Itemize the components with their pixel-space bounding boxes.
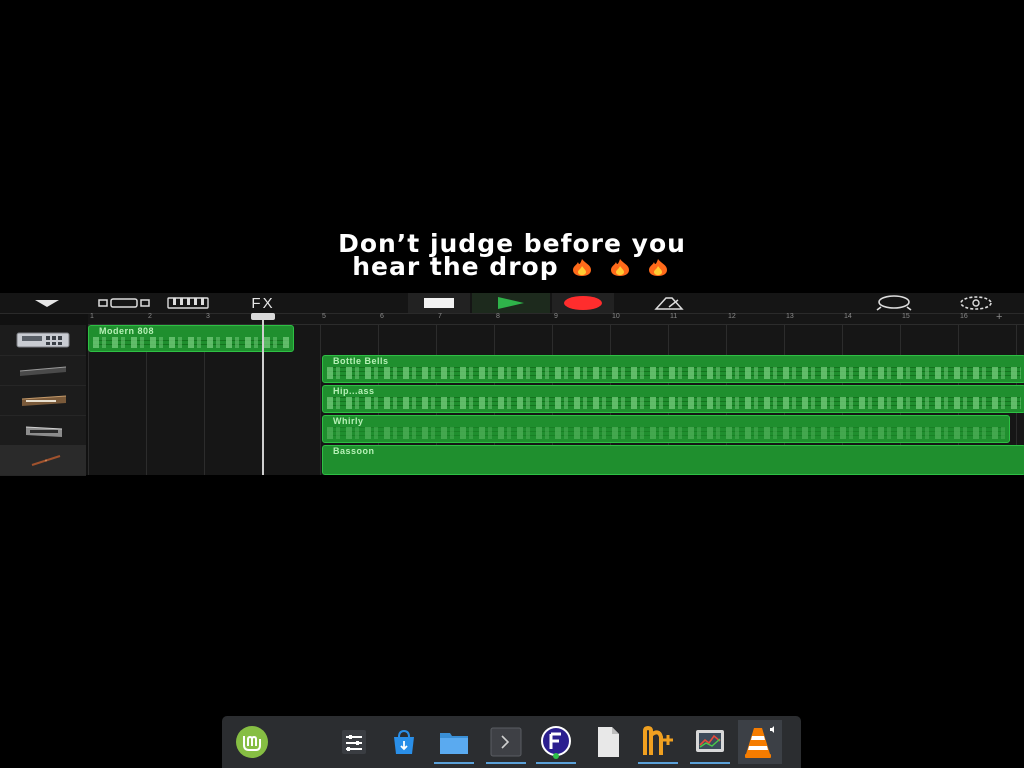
taskbar-item-store[interactable] [382,720,426,764]
metronome-button[interactable] [650,293,688,313]
taskbar-item-fontapp[interactable] [534,720,578,764]
region-whirly[interactable]: Whirly [322,415,1010,443]
video-caption: Don’t judge before you hear the drop [0,231,1024,281]
bassoon-icon [31,455,61,466]
taskbar-item-notepadplus[interactable] [636,720,680,764]
taskbar [222,716,801,768]
font-app-icon [541,726,571,759]
text-file-icon [598,727,619,757]
play-button[interactable] [472,293,550,313]
taskbar-item-menu[interactable] [230,720,274,764]
region-label: Hip...ass [333,386,375,396]
vlc-icon [745,726,774,758]
ruler-bar-number: 10 [612,313,620,320]
browser-view-icon [98,298,150,308]
track-lanes: Modern 808 Bottle Bells Hip...ass Whirly… [88,325,1024,475]
region-notes [327,397,1021,409]
stop-icon [424,298,454,308]
keyboard-instrument-icon [19,366,67,376]
taskbar-item-terminal[interactable] [484,720,528,764]
system-monitor-icon [696,730,724,752]
ruler-bar-number: 6 [380,313,384,320]
region-label: Whirly [333,416,364,426]
ruler-bar-number: 7 [438,313,442,320]
region-label: Bottle Bells [333,356,389,366]
garageband-window: FX 12345678910111213141516+ [0,293,1024,476]
playhead-handle[interactable] [251,313,275,320]
track-header-keys[interactable] [0,355,86,386]
file-manager-icon [440,733,468,754]
metronome-icon [654,297,684,310]
tracks-menu-icon [35,300,59,307]
ruler-bar-number: 8 [496,313,500,320]
taskbar-item-mixer[interactable] [332,720,376,764]
settings-button[interactable] [954,293,998,313]
stop-button[interactable] [408,293,470,313]
keyboard-button[interactable] [166,293,210,313]
play-icon [498,297,524,309]
region-notes [327,427,1005,439]
notepad-plus-icon [643,725,673,755]
region-notes [327,367,1021,379]
playhead[interactable] [262,314,264,475]
track-header-drums[interactable] [0,325,86,356]
keyboard-icon [167,297,209,309]
linux-mint-menu-icon [236,726,268,758]
ruler-bar-number: 12 [728,313,736,320]
taskbar-item-sysmonitor[interactable] [688,720,732,764]
fire-icon [573,259,592,276]
synth-icon [21,395,67,406]
ruler-bar-number: 16 [960,313,968,320]
timeline-ruler[interactable]: 12345678910111213141516+ [88,311,1024,325]
browser-view-button[interactable] [96,293,154,313]
settings-icon [960,296,992,310]
loop-browser-icon [876,295,912,311]
taskbar-item-files[interactable] [432,720,476,764]
region-notes [93,337,289,348]
ruler-bar-number: 15 [902,313,910,320]
ruler-add-section-button[interactable]: + [996,311,1002,323]
ruler-bar-number: 11 [670,313,678,320]
track-headers [0,325,86,476]
track-header-bass-synth[interactable] [0,415,86,446]
region-bottle-bells[interactable]: Bottle Bells [322,355,1024,383]
toolbar: FX [0,293,1024,314]
fx-button[interactable]: FX [234,293,292,313]
loop-browser-button[interactable] [872,293,916,313]
drum-machine-icon [16,332,70,348]
taskbar-item-vlc[interactable] [738,720,782,764]
ruler-bar-number: 13 [786,313,794,320]
record-icon [564,296,602,310]
caption-line-2: hear the drop [0,252,1024,281]
bass-synth-icon [25,426,63,437]
region-label: Bassoon [333,446,375,456]
caption-line-2-text: hear the drop [352,252,559,281]
ruler-bar-number: 2 [148,313,152,320]
track-header-bassoon[interactable] [0,445,86,476]
taskbar-item-textfile[interactable] [586,720,630,764]
ruler-bar-number: 9 [554,313,558,320]
ruler-bar-number: 3 [206,313,210,320]
track-header-synth[interactable] [0,385,86,416]
region-label: Modern 808 [99,326,155,336]
region-bassoon[interactable]: Bassoon [322,445,1024,475]
tracks-menu-button[interactable] [30,293,64,313]
fire-icon [648,259,667,276]
ruler-bar-number: 1 [90,313,94,320]
record-button[interactable] [552,293,614,313]
ruler-bar-number: 5 [322,313,326,320]
fire-icon [611,259,630,276]
ruler-bar-number: 14 [844,313,852,320]
mixer-settings-icon [342,730,366,754]
region-hip-bass[interactable]: Hip...ass [322,385,1024,413]
software-store-icon [394,729,414,754]
terminal-icon [490,727,522,757]
